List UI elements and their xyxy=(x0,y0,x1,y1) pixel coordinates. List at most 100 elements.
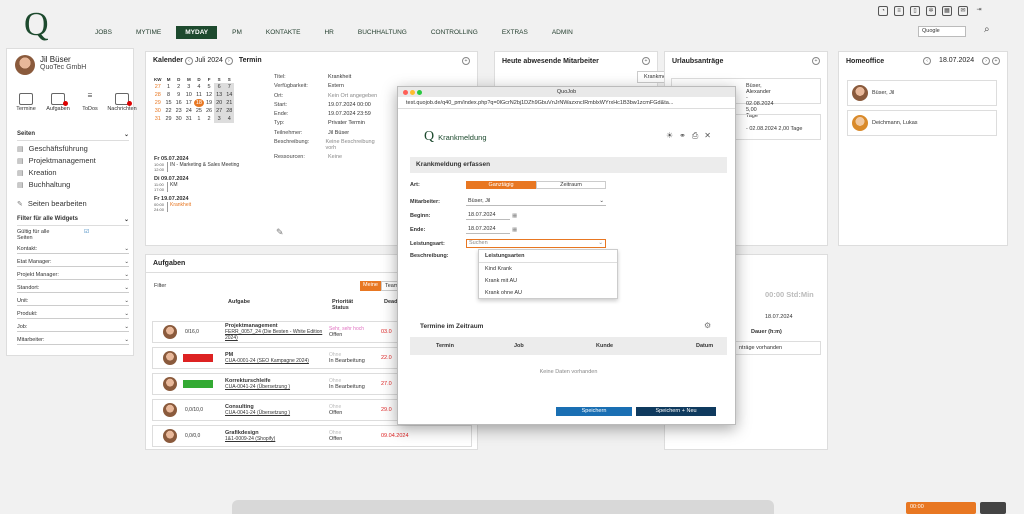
filter-section-header[interactable]: Filter für alle Widgets ⌄ xyxy=(17,214,129,226)
dashboard-icon[interactable]: ◔ xyxy=(878,6,888,16)
task-project[interactable]: CUA-0001-24 (SEO Kampagne 2024) xyxy=(225,358,329,364)
calendar-day[interactable]: 14 xyxy=(224,91,235,99)
filter-select[interactable]: Projekt Manager: ⌄ xyxy=(17,272,129,280)
edit-icon[interactable]: ✎ xyxy=(276,227,284,238)
leistung-select[interactable]: Suchen ⌄ xyxy=(466,239,606,248)
filter-select[interactable]: Standort: ⌄ xyxy=(17,285,129,293)
task-project[interactable]: CUA-0041-24 (Übersetzung ) xyxy=(225,384,329,390)
task-project[interactable]: FERR_0057_24 (Die Besten - White Edition… xyxy=(225,329,329,341)
add-vacation-icon[interactable]: + xyxy=(812,57,820,65)
quick-nachrichten[interactable]: Nachrichten xyxy=(107,93,137,112)
table-row[interactable]: 0,0/0,0 Grafikdesign 1&1-0009-24 (Shopify)… xyxy=(152,425,472,447)
list-icon[interactable]: ≡ xyxy=(894,6,904,16)
calendar-day[interactable]: 4 xyxy=(194,83,204,91)
calendar-day[interactable]: 24 xyxy=(184,107,194,115)
art-zeitraum[interactable]: Zeitraum xyxy=(536,181,606,189)
prev-icon[interactable]: ‹ xyxy=(184,57,193,65)
nav-controlling[interactable]: CONTROLLING xyxy=(422,26,487,39)
quick-aufgaben[interactable]: Aufgaben xyxy=(43,93,73,112)
add-icon[interactable]: + xyxy=(462,57,470,65)
search-input[interactable]: Quogle xyxy=(918,26,966,37)
calendar-day[interactable]: 10 xyxy=(184,91,194,99)
calendar-icon[interactable]: ▦ xyxy=(512,227,517,233)
sidebar-item[interactable]: ▤ Kreation xyxy=(17,168,129,177)
nav-pm[interactable]: PM xyxy=(223,26,251,39)
calendar-day[interactable]: 26 xyxy=(204,107,214,115)
calendar-event[interactable]: Fr 19.07.2024 00:00 24:00 Krankheit xyxy=(154,196,264,212)
filter-select[interactable]: Job: ⌄ xyxy=(17,324,129,332)
toggle-meine[interactable]: Meine xyxy=(360,281,381,291)
nav-myday[interactable]: MYDAY xyxy=(176,26,218,39)
calendar-day[interactable]: 1 xyxy=(164,83,174,91)
calendar-day[interactable]: 12 xyxy=(204,91,214,99)
calendar-day[interactable]: 28 xyxy=(224,107,235,115)
pages-section-header[interactable]: Seiten ⌄ xyxy=(17,129,129,141)
bookmark-icon[interactable]: ▯ xyxy=(910,6,920,16)
calendar-day[interactable]: 30 xyxy=(174,115,184,123)
filter-select[interactable]: Produkt: ⌄ xyxy=(17,311,129,319)
calendar-day[interactable]: 8 xyxy=(164,91,174,99)
dropdown-option[interactable]: Krank ohne AU xyxy=(479,287,617,299)
homeoffice-person[interactable]: Deichmann, Lukas xyxy=(847,110,997,136)
mitarbeiter-select[interactable]: Büser, Jil ⌄ xyxy=(466,197,606,206)
calendar-day[interactable]: 27 xyxy=(214,107,225,115)
next-day-icon[interactable]: › xyxy=(982,57,991,65)
calendar-icon[interactable]: ▦ xyxy=(512,213,517,219)
settings-icon[interactable]: ✲ xyxy=(926,6,936,16)
print-icon[interactable]: ⎙ xyxy=(692,131,698,141)
col-datum[interactable]: Datum xyxy=(696,343,713,349)
app-logo[interactable]: Q xyxy=(24,6,49,44)
add-sick-icon[interactable]: + xyxy=(642,57,650,65)
calendar-day[interactable]: 17 xyxy=(184,99,194,107)
save-button[interactable]: Speichern xyxy=(556,407,632,416)
calendar-day[interactable]: 23 xyxy=(174,107,184,115)
calendar-day[interactable]: 11 xyxy=(194,91,204,99)
calendar-event[interactable]: Di 09.07.2024 11:00 17:00 KM xyxy=(154,176,264,192)
quick-termine[interactable]: Termine xyxy=(11,93,41,112)
task-project[interactable]: 1&1-0009-24 (Shopify) xyxy=(225,436,329,442)
filter-select[interactable]: Kontakt: ⌄ xyxy=(17,246,129,254)
calendar-day[interactable]: 7 xyxy=(224,83,235,91)
col-kunde[interactable]: Kunde xyxy=(596,343,613,349)
prev-day-icon[interactable]: ‹ xyxy=(923,57,932,65)
calendar-day[interactable]: 21 xyxy=(224,99,235,107)
dropdown-option[interactable]: Krank mit AU xyxy=(479,275,617,287)
calendar-event[interactable]: Fr 05.07.2024 10:00 12:00 IN - Marketing &… xyxy=(154,156,264,172)
beginn-input[interactable]: 18.07.2024 xyxy=(466,211,510,220)
filter-select[interactable]: Unit: ⌄ xyxy=(17,298,129,306)
filter-all-checkbox[interactable]: ☑ xyxy=(84,229,89,241)
nav-jobs[interactable]: JOBS xyxy=(86,26,121,39)
close-window-icon[interactable] xyxy=(403,90,408,95)
save-new-button[interactable]: Speichern + Neu xyxy=(636,407,716,416)
sidebar-item[interactable]: ▤ Geschäftsführung xyxy=(17,144,129,153)
next-icon[interactable]: › xyxy=(224,57,233,65)
task-project[interactable]: CUA-0041-24 (Übersetzung ) xyxy=(225,410,329,416)
calendar-day[interactable]: 1 xyxy=(194,115,204,123)
timer-date[interactable]: 18.07.2024 xyxy=(765,314,793,320)
dropdown-option[interactable]: Kind Krank xyxy=(479,263,617,275)
url-bar[interactable]: test.quojob.de/q40_pm/index.php?q=0lGcrN… xyxy=(398,97,735,109)
timer-control[interactable]: 00:00 xyxy=(906,502,976,514)
ende-input[interactable]: 18.07.2024 xyxy=(466,225,510,234)
calendar-day[interactable]: 16 xyxy=(174,99,184,107)
calendar-day[interactable]: 20 xyxy=(214,99,225,107)
calendar-day[interactable]: 29 xyxy=(164,115,174,123)
calendar-day[interactable]: 6 xyxy=(214,83,225,91)
calendar-icon[interactable]: ▦ xyxy=(942,6,952,16)
calendar-day[interactable]: 3 xyxy=(214,115,225,123)
search-icon[interactable]: ⌕ xyxy=(984,24,990,35)
bug-icon[interactable]: ☀ xyxy=(666,131,673,141)
nav-extras[interactable]: EXTRAS xyxy=(493,26,537,39)
add-homeoffice-icon[interactable]: + xyxy=(992,57,1000,65)
nav-mytime[interactable]: MYTIME xyxy=(127,26,170,39)
messages-icon[interactable]: ✉ xyxy=(958,6,968,16)
calendar-day[interactable]: 4 xyxy=(224,115,235,123)
calendar-day[interactable]: 19 xyxy=(204,99,214,107)
avatar[interactable] xyxy=(15,55,35,75)
calendar-day[interactable]: 22 xyxy=(164,107,174,115)
calendar-day[interactable]: 3 xyxy=(184,83,194,91)
nav-kontakte[interactable]: KONTAKTE xyxy=(257,26,310,39)
nav-buchhaltung[interactable]: BUCHHALTUNG xyxy=(349,26,416,39)
calendar-day[interactable]: 18 xyxy=(193,99,204,107)
col-job[interactable]: Job xyxy=(514,343,524,349)
